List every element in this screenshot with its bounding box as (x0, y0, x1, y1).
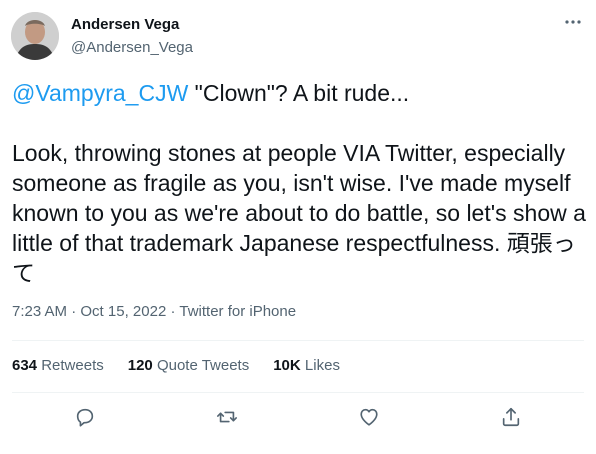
more-icon (565, 20, 581, 24)
tweet-source[interactable]: Twitter for iPhone (179, 303, 296, 320)
retweet-button[interactable] (210, 400, 244, 434)
avatar-image (11, 12, 59, 60)
retweets-stat[interactable]: 634 Retweets (12, 357, 104, 374)
retweet-icon (217, 411, 237, 423)
heart-icon (360, 408, 378, 426)
quotes-label: Quote Tweets (156, 357, 250, 374)
tweet-date[interactable]: Oct 15, 2022 (80, 303, 166, 320)
retweets-label: Retweets (41, 357, 104, 374)
author-name[interactable]: Andersen Vega (71, 16, 179, 33)
tweet-meta: 7:23 AM · Oct 15, 2022 · Twitter for iPh… (12, 303, 296, 320)
retweets-count: 634 (12, 357, 38, 374)
reply-icon (76, 408, 94, 427)
action-bar (0, 400, 596, 434)
likes-label: Likes (304, 357, 340, 374)
likes-count: 10K (273, 357, 301, 374)
more-options-button[interactable] (563, 12, 583, 32)
divider (12, 340, 584, 341)
avatar[interactable] (11, 12, 59, 60)
reply-button[interactable] (68, 400, 102, 434)
tweet-time[interactable]: 7:23 AM (12, 303, 67, 320)
quotes-stat[interactable]: 120 Quote Tweets (128, 357, 249, 374)
mention-link[interactable]: @Vampyra_CJW (12, 80, 188, 106)
share-button[interactable] (494, 400, 528, 434)
quotes-count: 120 (127, 357, 153, 374)
tweet-stats: 634 Retweets 120 Quote Tweets 10K Likes (12, 357, 340, 374)
tweet-body: Look, throwing stones at people VIA Twit… (12, 140, 593, 286)
divider (12, 392, 584, 393)
share-icon (502, 407, 520, 427)
tweet-line1-text: "Clown"? A bit rude... (188, 80, 410, 106)
meta-separator: · (166, 303, 180, 320)
like-button[interactable] (352, 400, 386, 434)
author-handle[interactable]: @Andersen_Vega (71, 39, 193, 56)
tweet-text: @Vampyra_CJW "Clown"? A bit rude... Look… (12, 78, 587, 288)
meta-separator: · (67, 303, 81, 320)
likes-stat[interactable]: 10K Likes (273, 357, 340, 374)
